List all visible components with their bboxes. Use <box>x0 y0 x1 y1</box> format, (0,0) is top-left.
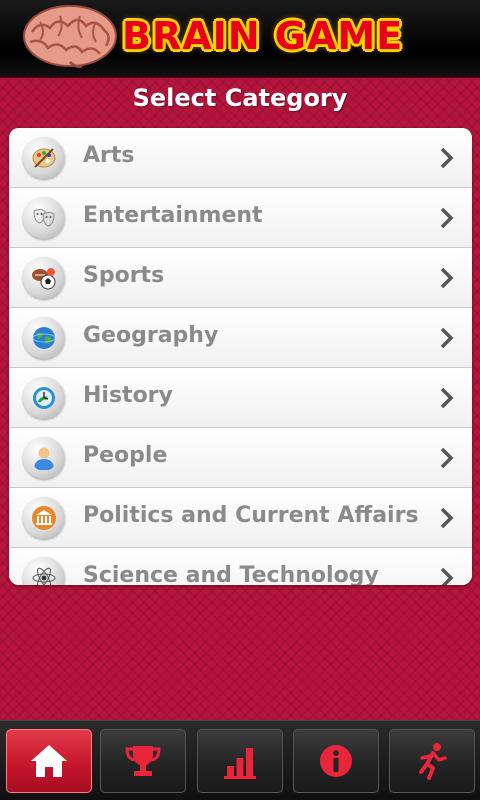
chevron-right-icon <box>440 267 454 289</box>
chevron-right-icon <box>440 327 454 349</box>
info-icon <box>320 745 352 777</box>
category-label: People <box>83 443 168 468</box>
tab-trophy[interactable] <box>100 729 186 793</box>
page-title: Select Category <box>132 84 348 112</box>
app-title: BRAIN GAME <box>122 14 404 58</box>
category-item-science[interactable]: Science and Technology <box>9 548 472 585</box>
chevron-right-icon <box>440 567 454 585</box>
category-label: Geography <box>83 323 219 348</box>
chevron-right-icon <box>440 507 454 529</box>
category-label: History <box>83 383 173 408</box>
running-man-icon <box>419 743 447 780</box>
tab-stats[interactable] <box>197 729 283 793</box>
bottom-tab-bar <box>0 720 480 800</box>
bar-chart-icon <box>224 748 256 779</box>
category-item-geography[interactable]: Geography <box>9 308 472 368</box>
chevron-right-icon <box>440 387 454 409</box>
category-label: Entertainment <box>83 203 263 228</box>
clock-icon <box>23 377 65 419</box>
category-item-people[interactable]: People <box>9 428 472 488</box>
trophy-icon <box>125 746 161 776</box>
category-label: Politics and Current Affairs <box>83 503 419 528</box>
person-icon <box>23 437 65 479</box>
tab-home[interactable] <box>6 729 92 793</box>
theater-masks-icon <box>23 197 65 239</box>
category-label: Science and Technology <box>83 563 379 585</box>
category-item-sports[interactable]: Sports <box>9 248 472 308</box>
tab-info[interactable] <box>293 729 379 793</box>
chevron-right-icon <box>440 207 454 229</box>
category-item-entertainment[interactable]: Entertainment <box>9 188 472 248</box>
atom-icon <box>23 557 65 585</box>
palette-icon <box>23 137 65 179</box>
brain-icon <box>23 5 117 68</box>
sports-balls-icon <box>23 257 65 299</box>
chevron-right-icon <box>440 447 454 469</box>
app-header: BRAIN GAME <box>0 0 480 78</box>
category-label: Sports <box>83 263 165 288</box>
category-item-politics[interactable]: Politics and Current Affairs <box>9 488 472 548</box>
category-list[interactable]: Arts Entertainment Sports Geography Hist… <box>9 128 472 585</box>
home-icon <box>31 745 67 777</box>
globe-icon <box>23 317 65 359</box>
category-item-arts[interactable]: Arts <box>9 128 472 188</box>
category-item-history[interactable]: History <box>9 368 472 428</box>
chevron-right-icon <box>440 147 454 169</box>
category-label: Arts <box>83 143 135 168</box>
tab-exit[interactable] <box>389 729 475 793</box>
government-building-icon <box>23 497 65 539</box>
